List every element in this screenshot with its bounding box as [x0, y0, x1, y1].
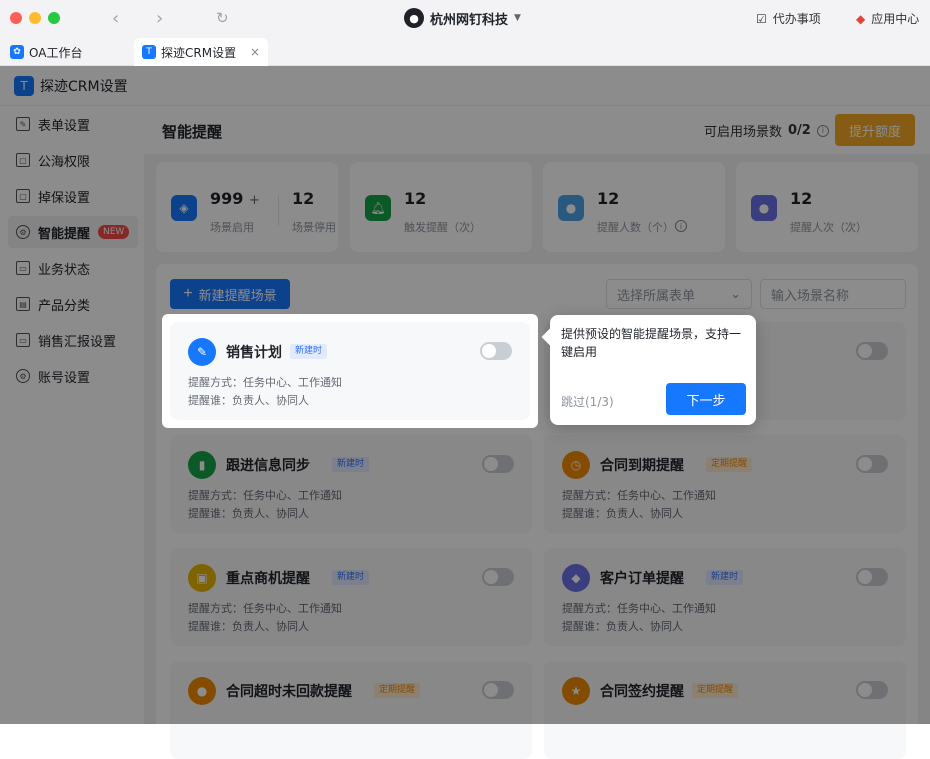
forward-icon[interactable]: › — [156, 8, 163, 29]
app-center-label: 应用中心 — [871, 12, 920, 26]
scene-card-sales-plan[interactable]: ✎ 销售计划 新建时 提醒方式：任务中心、工作通知 提醒谁：负责人、协同人 — [170, 322, 530, 420]
app-center-icon: ◆ — [856, 11, 866, 26]
maximize-window-button[interactable] — [48, 12, 60, 24]
tab-label: 探迹CRM设置 — [161, 45, 237, 60]
refresh-icon[interactable]: ↻ — [216, 9, 229, 27]
scene-who: 提醒谁：负责人、协同人 — [188, 394, 309, 407]
todo-icon: ☑ — [756, 11, 767, 26]
scene-toggle[interactable] — [480, 342, 512, 360]
tab-bar: ✿ OA工作台 T 探迹CRM设置 × — [0, 36, 930, 66]
crm-app-icon: T — [142, 45, 156, 59]
window-titlebar: ‹ › ↻ ● 杭州网钉科技 ▼ ☑ 代办事项 ◆ 应用中心 — [0, 0, 930, 36]
guide-next-button[interactable]: 下一步 — [666, 383, 746, 415]
chevron-down-icon: ▼ — [514, 13, 521, 23]
todo-label: 代办事项 — [772, 12, 821, 26]
app-center-link[interactable]: ◆ 应用中心 — [856, 10, 919, 27]
scene-title: 销售计划 — [226, 345, 282, 361]
guide-text: 提供预设的智能提醒场景，支持一键启用 — [561, 327, 742, 359]
tab-oa-workbench[interactable]: ✿ OA工作台 — [2, 38, 90, 66]
todo-link[interactable]: ☑ 代办事项 — [756, 10, 821, 27]
back-icon[interactable]: ‹ — [112, 8, 119, 29]
org-logo-icon: ● — [404, 8, 424, 28]
minimize-window-button[interactable] — [29, 12, 41, 24]
close-tab-icon[interactable]: × — [250, 45, 260, 59]
guide-spotlight: ✎ 销售计划 新建时 提醒方式：任务中心、工作通知 提醒谁：负责人、协同人 — [162, 314, 538, 428]
tab-label: OA工作台 — [29, 45, 83, 60]
edit-icon: ✎ — [188, 338, 216, 366]
org-name: 杭州网钉科技 — [430, 12, 509, 28]
guide-popover: 提供预设的智能提醒场景，支持一键启用 跳过(1/3) 下一步 — [550, 315, 756, 425]
oa-app-icon: ✿ — [10, 45, 24, 59]
scene-badge: 新建时 — [290, 344, 328, 359]
close-window-button[interactable] — [10, 12, 22, 24]
org-switcher[interactable]: ● 杭州网钉科技 ▼ — [404, 8, 521, 28]
guide-skip-link[interactable]: 跳过(1/3) — [561, 393, 614, 410]
scene-method: 提醒方式：任务中心、工作通知 — [188, 376, 342, 389]
tab-crm-settings[interactable]: T 探迹CRM设置 × — [134, 38, 268, 66]
